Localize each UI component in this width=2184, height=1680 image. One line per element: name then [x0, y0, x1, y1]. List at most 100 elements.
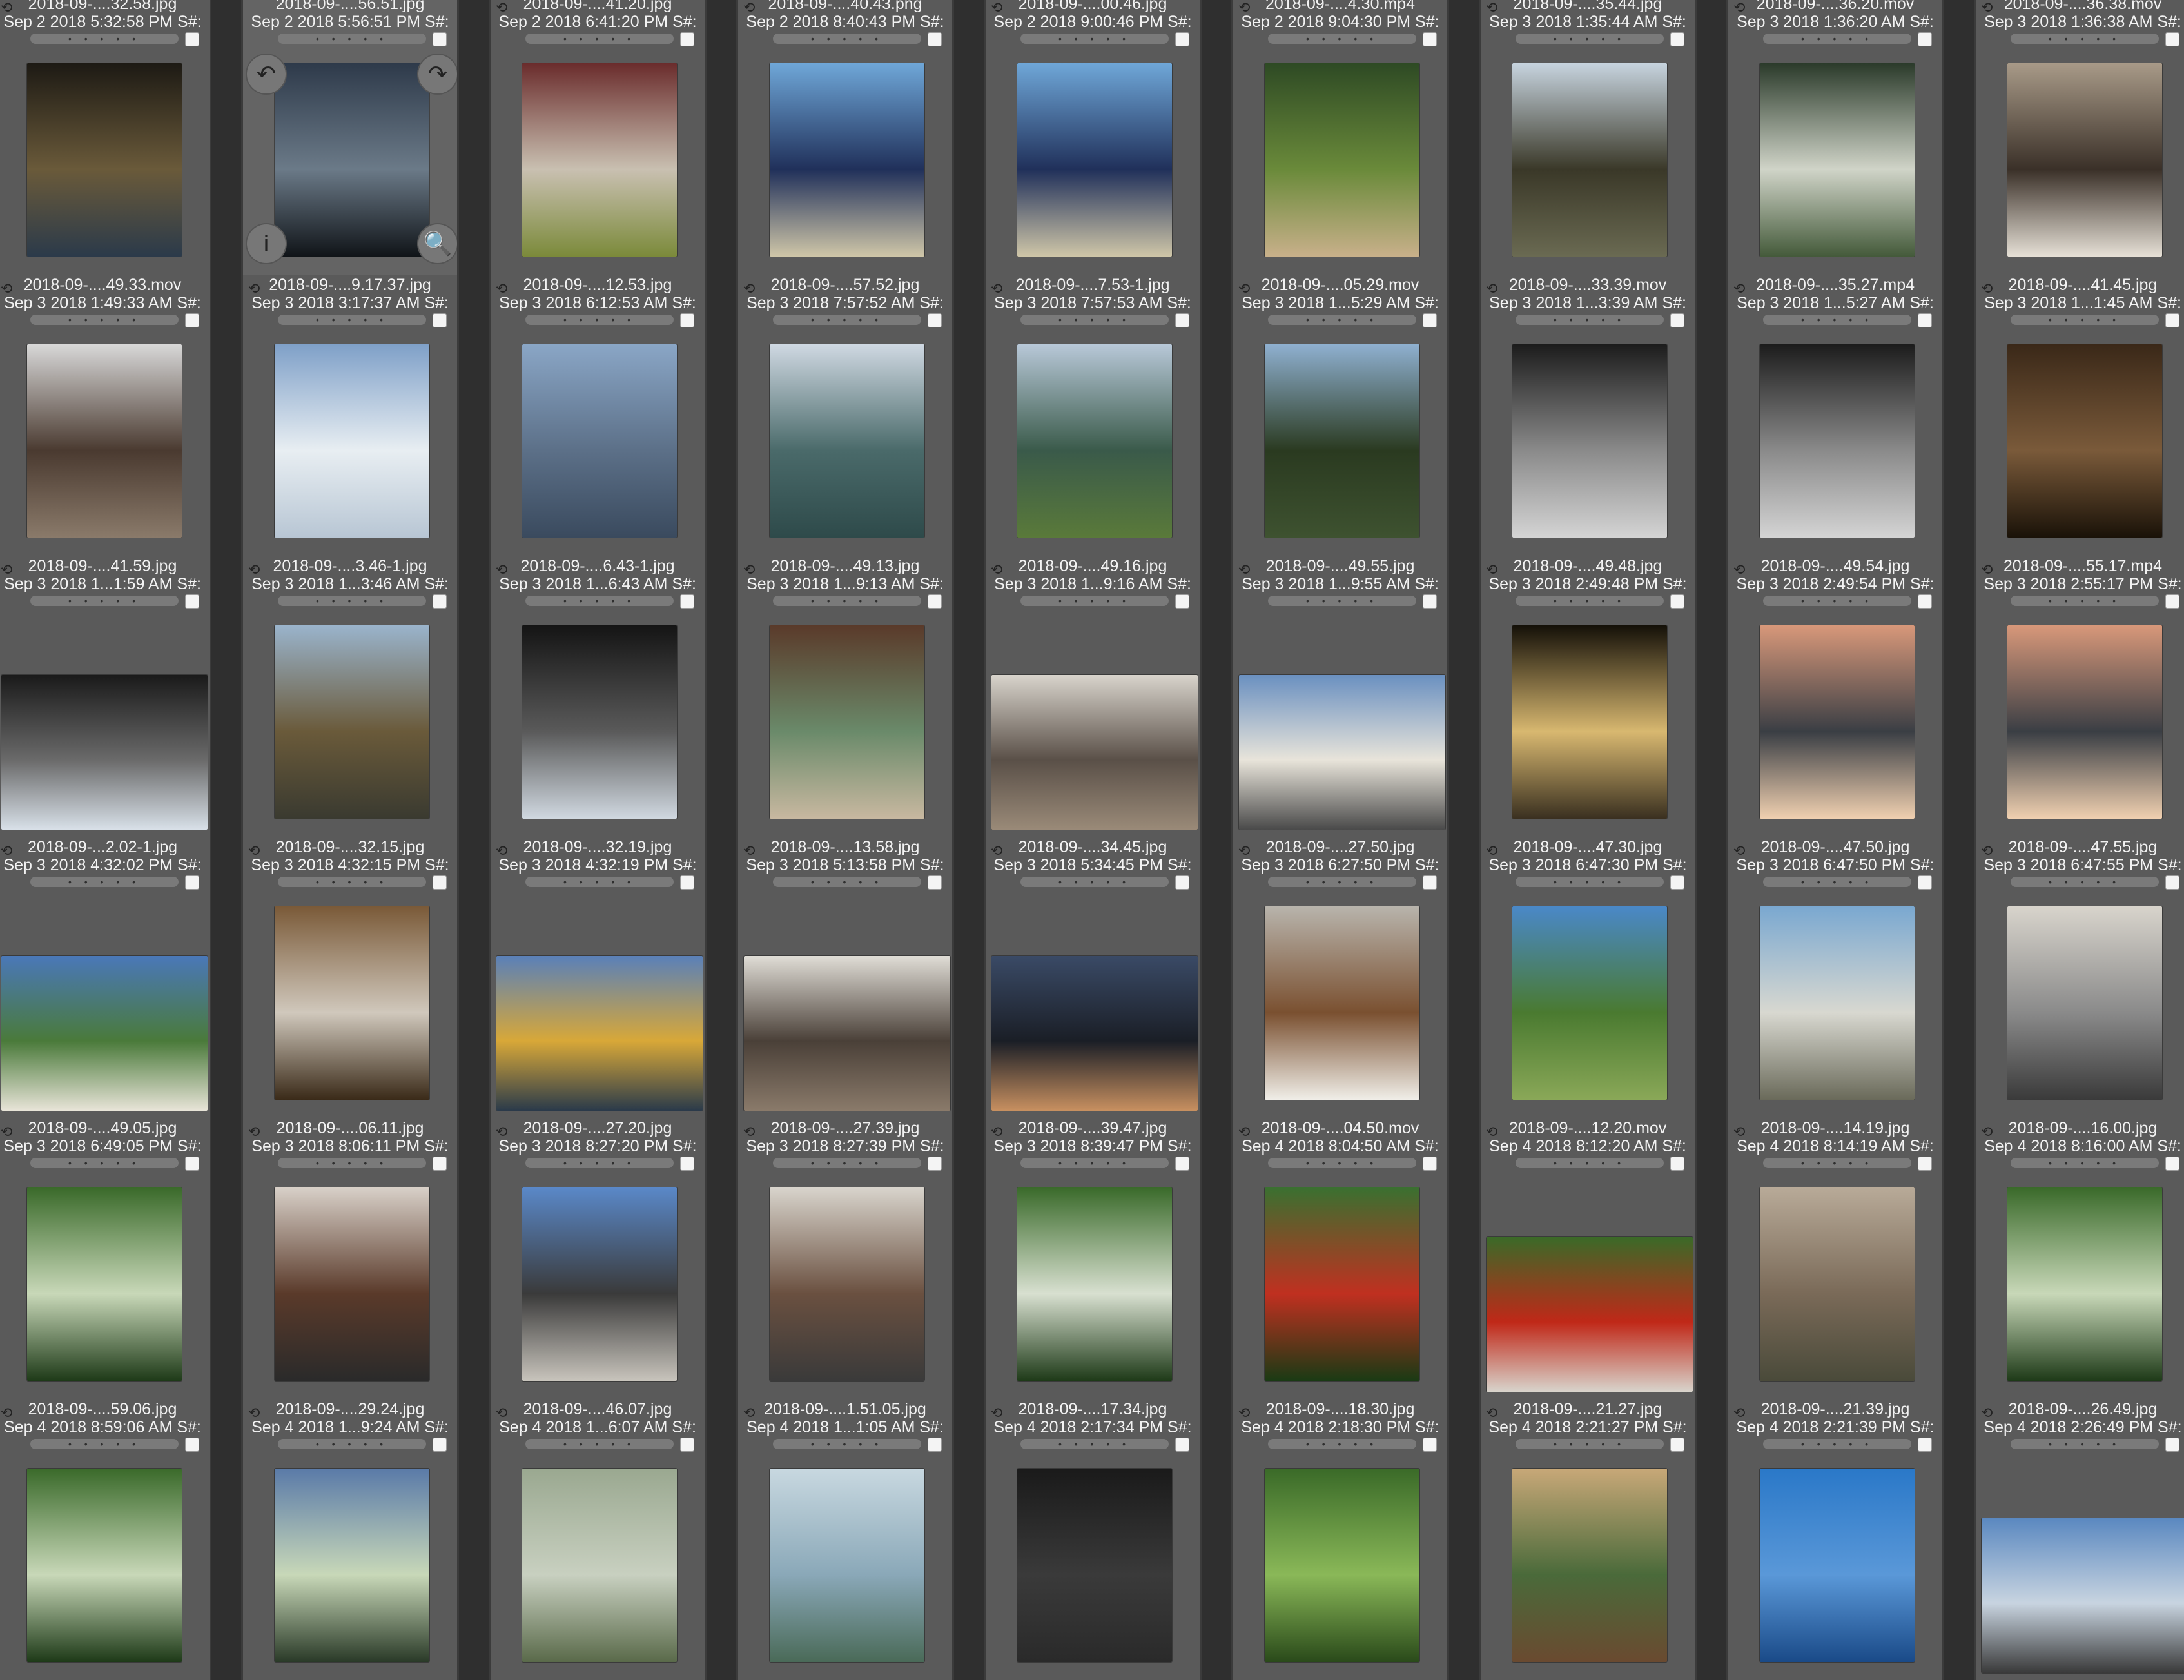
select-checkbox[interactable] [2165, 32, 2179, 46]
photo-thumbnail-room[interactable] [991, 675, 1198, 830]
select-checkbox[interactable] [433, 313, 447, 327]
photo-cell[interactable]: 2018-09-....9.17.37.jpg Sep 3 2018 3:17:3… [241, 275, 459, 556]
rotate-icon[interactable]: ⟲ [991, 563, 1008, 577]
rotate-icon[interactable]: ⟲ [496, 563, 512, 577]
photo-cell[interactable]: 2018-09-....41.20.jpg Sep 2 2018 6:41:20 … [489, 0, 707, 275]
rating-bar[interactable]: • • • • • [2011, 315, 2159, 325]
photo-thumbnail-shop[interactable] [770, 625, 924, 819]
photo-cell[interactable]: 2018-09-....49.55.jpg Sep 3 2018 1...9:55… [1231, 556, 1449, 837]
info-button[interactable]: i [247, 224, 286, 263]
select-checkbox[interactable] [1423, 875, 1437, 890]
photo-cell[interactable]: 2018-09-....34.45.jpg Sep 3 2018 5:34:45 … [984, 837, 1202, 1118]
select-checkbox[interactable] [680, 594, 694, 609]
photo-cell[interactable]: 2018-09-....49.05.jpg Sep 3 2018 6:49:05 … [0, 1118, 211, 1399]
photo-cell[interactable]: 2018-09-....49.13.jpg Sep 3 2018 1...9:13… [736, 556, 954, 837]
select-checkbox[interactable] [928, 1438, 942, 1452]
photo-thumbnail-house[interactable] [1512, 1469, 1667, 1662]
rating-bar[interactable]: • • • • • [2011, 1439, 2159, 1449]
photo-thumbnail-sky[interactable] [1760, 1469, 1915, 1662]
photo-thumbnail-cucumbers[interactable] [1487, 1237, 1693, 1392]
rotate-icon[interactable]: ⟲ [496, 1406, 512, 1420]
rating-bar[interactable]: • • • • • [773, 315, 921, 325]
photo-cell[interactable]: 2018-09-....39.47.jpg Sep 3 2018 8:39:47 … [984, 1118, 1202, 1399]
photo-cell[interactable]: 2018-09-....18.30.jpg Sep 4 2018 2:18:30 … [1231, 1399, 1449, 1680]
photo-thumbnail-forest-aerial[interactable] [1265, 344, 1419, 538]
rating-bar[interactable]: • • • • • [525, 315, 674, 325]
rating-bar[interactable]: • • • • • [1268, 1158, 1416, 1168]
rating-bar[interactable]: • • • • • [1763, 1158, 1911, 1168]
photo-thumbnail-meadow[interactable] [1512, 906, 1667, 1100]
photo-thumbnail-plants[interactable] [1017, 1187, 1172, 1381]
rating-bar[interactable]: • • • • • [525, 34, 674, 44]
rating-bar[interactable]: • • • • • [1763, 596, 1911, 606]
rating-bar[interactable]: • • • • • [30, 1158, 179, 1168]
select-checkbox[interactable] [1175, 1438, 1189, 1452]
photo-thumbnail-airplane[interactable] [770, 63, 924, 257]
rotate-icon[interactable]: ⟲ [991, 1125, 1008, 1139]
rating-bar[interactable]: • • • • • [1516, 596, 1664, 606]
rating-bar[interactable]: • • • • • [1020, 34, 1169, 44]
photo-cell[interactable]: 2018-09-....12.53.jpg Sep 3 2018 6:12:53 … [489, 275, 707, 556]
photo-thumbnail-selfie-laptop[interactable] [275, 1187, 429, 1381]
rotate-icon[interactable]: ⟲ [248, 563, 265, 577]
rating-bar[interactable]: • • • • • [278, 1439, 426, 1449]
photo-cell[interactable]: 2018-09-....36.20.mov Sep 3 2018 1:36:20 … [1726, 0, 1944, 275]
rating-bar[interactable]: • • • • • [1763, 877, 1911, 887]
rotate-icon[interactable]: ⟲ [1733, 563, 1750, 577]
photo-thumbnail-greenhouse[interactable] [27, 1187, 182, 1381]
rotate-icon[interactable]: ⟲ [1238, 844, 1255, 858]
select-checkbox[interactable] [1670, 1157, 1684, 1171]
rating-bar[interactable]: • • • • • [1268, 1439, 1416, 1449]
photo-cell[interactable]: 2018-09-....6.43-1.jpg Sep 3 2018 1...6:4… [489, 556, 707, 837]
rating-bar[interactable]: • • • • • [1020, 315, 1169, 325]
photo-thumbnail-train-interior[interactable] [522, 625, 677, 819]
photo-thumbnail-basket-kittens[interactable] [275, 906, 429, 1100]
photo-cell[interactable]: 2018-09-....49.16.jpg Sep 3 2018 1...9:16… [984, 556, 1202, 837]
photo-cell[interactable]: 2018-09-....12.20.mov Sep 4 2018 8:12:20 … [1479, 1118, 1697, 1399]
photo-thumbnail-desk[interactable] [770, 1187, 924, 1381]
rotate-icon[interactable]: ⟲ [1486, 282, 1503, 296]
rating-bar[interactable]: • • • • • [278, 596, 426, 606]
select-checkbox[interactable] [1918, 313, 1932, 327]
rating-bar[interactable]: • • • • • [30, 315, 179, 325]
select-checkbox[interactable] [680, 1438, 694, 1452]
photo-cell[interactable]: 2018-09-....13.58.jpg Sep 3 2018 5:13:58 … [736, 837, 954, 1118]
photo-thumbnail-basket-cat[interactable] [2007, 344, 2162, 538]
rating-bar[interactable]: • • • • • [525, 877, 674, 887]
photo-thumbnail-text-card[interactable] [1760, 63, 1915, 257]
photo-thumbnail-sea[interactable] [522, 344, 677, 538]
select-checkbox[interactable] [1670, 313, 1684, 327]
rotate-icon[interactable]: ⟲ [1238, 1125, 1255, 1139]
photo-thumbnail-greenhouse[interactable] [275, 1469, 429, 1662]
rotate-icon[interactable]: ⟲ [1, 1, 17, 15]
rating-bar[interactable]: • • • • • [2011, 596, 2159, 606]
photo-cell[interactable]: 2018-09-....49.33.mov Sep 3 2018 1:49:33 … [0, 275, 211, 556]
photo-thumbnail-greenhouse[interactable] [522, 1469, 677, 1662]
select-checkbox[interactable] [1918, 594, 1932, 609]
photo-thumbnail-trees[interactable] [1265, 1469, 1419, 1662]
photo-thumbnail-dog[interactable] [1265, 906, 1419, 1100]
rotate-icon[interactable]: ⟲ [248, 1406, 265, 1420]
photo-cell[interactable]: 2018-09-....27.20.jpg Sep 3 2018 8:27:20 … [489, 1118, 707, 1399]
rotate-icon[interactable]: ⟲ [1238, 563, 1255, 577]
photo-thumbnail-wing-sea[interactable] [770, 344, 924, 538]
select-checkbox[interactable] [2165, 1438, 2179, 1452]
photo-cell[interactable]: 2018-09-....06.11.jpg Sep 3 2018 8:06:11 … [241, 1118, 459, 1399]
rotate-icon[interactable]: ⟲ [1981, 282, 1998, 296]
rotate-icon[interactable]: ⟲ [1981, 563, 1998, 577]
select-checkbox[interactable] [680, 1157, 694, 1171]
rotate-icon[interactable]: ⟲ [743, 844, 760, 858]
photo-cell[interactable]: 2018-09-....3.46-1.jpg Sep 3 2018 1...3:4… [241, 556, 459, 837]
rotate-icon[interactable]: ⟲ [1733, 1, 1750, 15]
photo-thumbnail-barn[interactable] [1760, 906, 1915, 1100]
rating-bar[interactable]: • • • • • [1268, 877, 1416, 887]
photo-cell[interactable]: 2018-09-....57.52.jpg Sep 3 2018 7:57:52 … [736, 275, 954, 556]
rotate-icon[interactable]: ⟲ [743, 1, 760, 15]
photo-thumbnail-greenhouse[interactable] [27, 1469, 182, 1662]
rating-bar[interactable]: • • • • • [1268, 34, 1416, 44]
rotate-icon[interactable]: ⟲ [743, 1406, 760, 1420]
rating-bar[interactable]: • • • • • [773, 34, 921, 44]
select-checkbox[interactable] [928, 1157, 942, 1171]
photo-thumbnail-food[interactable] [522, 63, 677, 257]
photo-cell[interactable]: 2018-09-....26.49.jpg Sep 4 2018 2:26:49 … [1974, 1399, 2184, 1680]
